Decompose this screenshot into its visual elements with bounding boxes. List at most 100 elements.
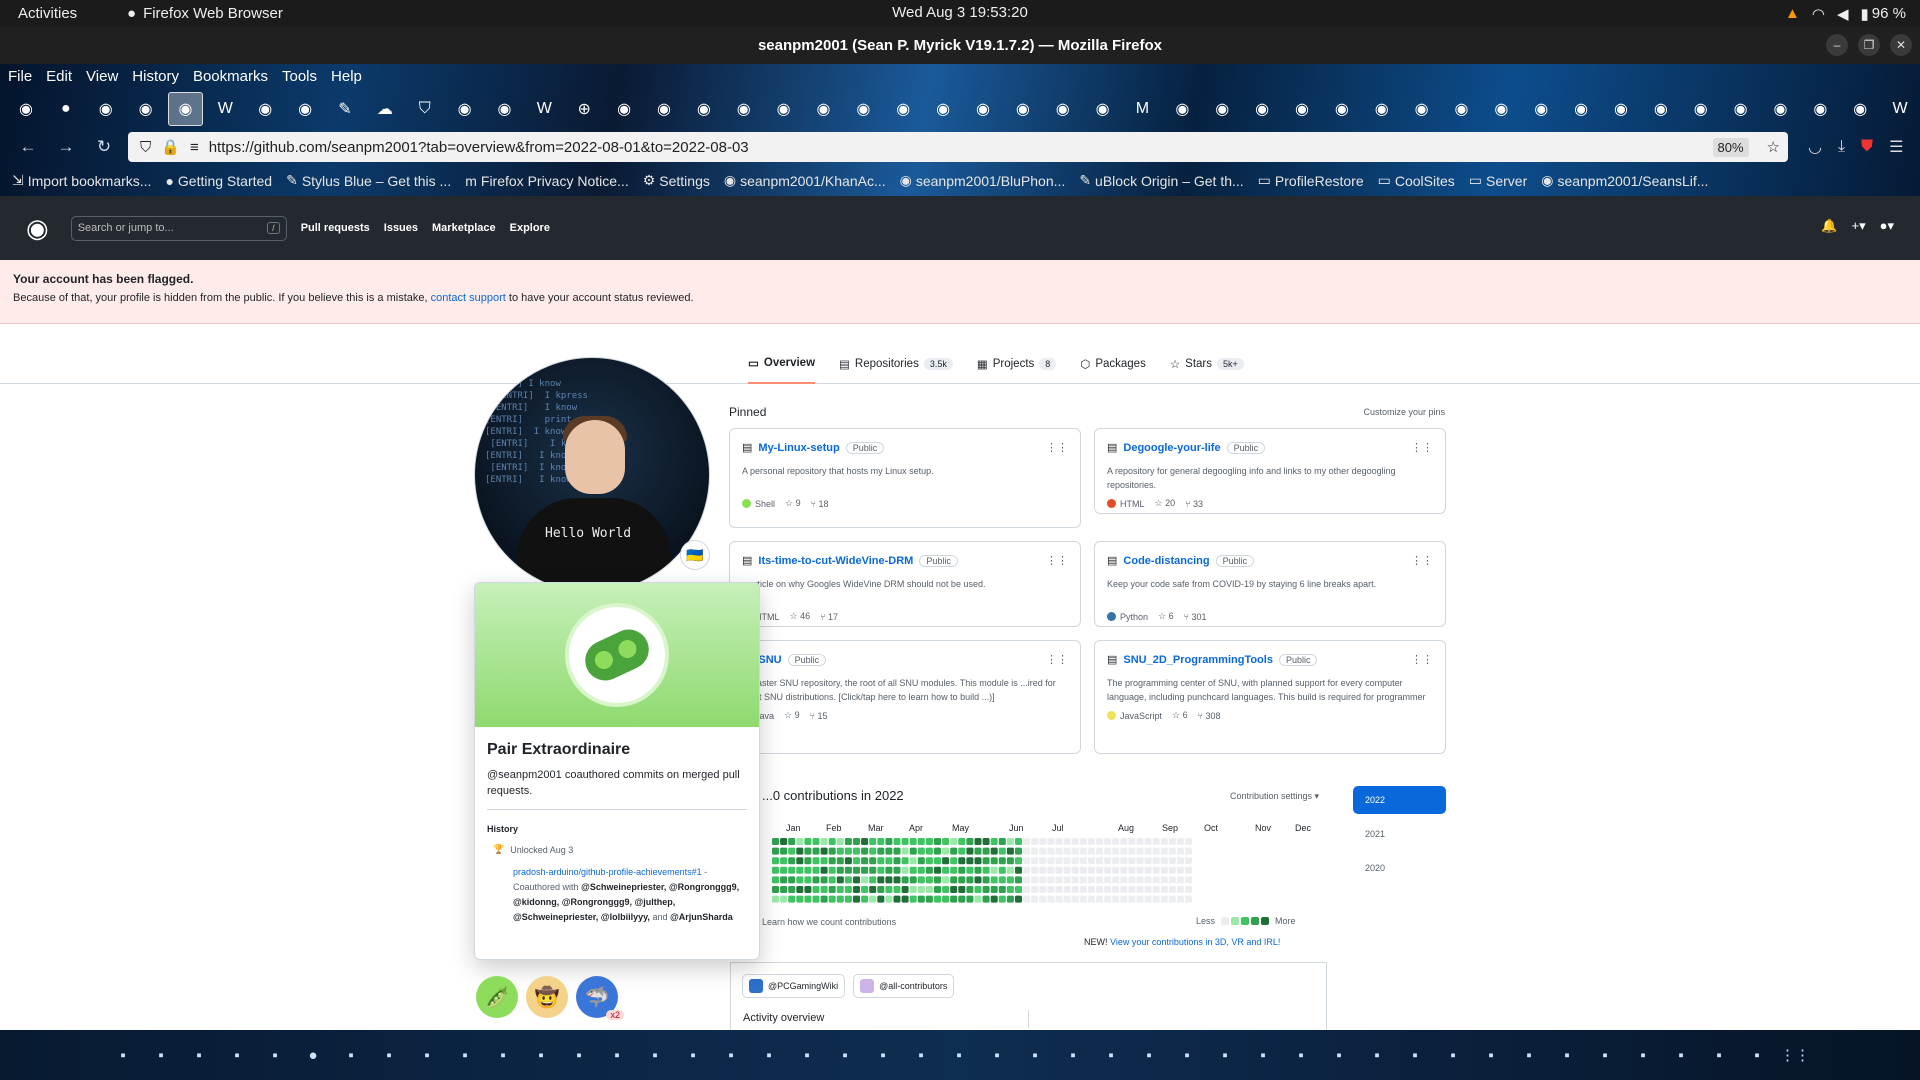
menu-view[interactable]: View <box>86 68 118 85</box>
contribution-day[interactable] <box>820 838 828 845</box>
contribution-day[interactable] <box>1168 838 1176 845</box>
browser-tab[interactable]: ◉ <box>445 89 485 129</box>
contact-support-link[interactable]: contact support <box>431 292 506 304</box>
contribution-day[interactable] <box>780 895 788 903</box>
tab-packages[interactable]: ⬡ Packages <box>1080 344 1146 384</box>
lock-icon[interactable]: 🔒 <box>161 138 180 156</box>
contribution-day[interactable] <box>1079 866 1087 874</box>
ublock-icon[interactable]: ⛊ <box>1861 138 1873 156</box>
battery-indicator[interactable]: ▮ 96 % <box>1861 5 1906 23</box>
tab-repositories[interactable]: ▤ Repositories 3.5k <box>839 344 953 384</box>
contribution-day[interactable] <box>1128 876 1136 884</box>
contribution-day[interactable] <box>861 895 869 903</box>
contribution-day[interactable] <box>998 857 1006 865</box>
drag-handle-icon[interactable]: ⋮⋮ <box>1411 653 1433 666</box>
obs-icon[interactable]: ▪ <box>370 1035 408 1075</box>
contribution-day[interactable] <box>844 847 852 855</box>
contribution-day[interactable] <box>1071 876 1079 884</box>
browser-tab[interactable]: ◉ <box>1162 89 1202 129</box>
steam-icon[interactable]: ▪ <box>1282 1035 1320 1075</box>
contribution-day[interactable] <box>893 886 901 893</box>
browser-tab[interactable]: ◉ <box>923 89 963 129</box>
contribution-day[interactable] <box>934 886 941 893</box>
contribution-day[interactable] <box>982 838 990 845</box>
repo-name-link[interactable]: SNU_2D_ProgrammingTools <box>1123 654 1273 666</box>
contribution-day[interactable] <box>780 886 788 893</box>
contribution-day[interactable] <box>1087 838 1095 845</box>
contribution-day[interactable] <box>1071 895 1079 903</box>
repo-name-link[interactable]: SNU <box>758 654 781 666</box>
contribution-day[interactable] <box>1112 857 1120 865</box>
contribution-day[interactable] <box>1071 866 1079 874</box>
repo-forks-link[interactable]: ⑂ 33 <box>1185 499 1203 509</box>
contribution-day[interactable] <box>950 886 958 893</box>
globe-icon[interactable]: ▪ <box>1510 1035 1548 1075</box>
contribution-day[interactable] <box>901 876 909 884</box>
browser-tab[interactable]: ◉ <box>1761 89 1801 129</box>
contribution-day[interactable] <box>1120 857 1128 865</box>
contribution-day[interactable] <box>1047 838 1055 845</box>
browser-tab[interactable]: ◉ <box>245 89 285 129</box>
browser-tab[interactable]: W <box>524 89 564 129</box>
forward-icon[interactable]: → <box>52 137 80 157</box>
contribution-day[interactable] <box>1177 886 1184 893</box>
nav-marketplace[interactable]: Marketplace <box>432 222 496 234</box>
github-logo-icon[interactable]: ◉ <box>26 213 49 244</box>
contribution-day[interactable] <box>1168 886 1176 893</box>
outlook-icon[interactable]: ▪ <box>1586 1035 1624 1075</box>
contribution-day[interactable] <box>1185 886 1192 893</box>
contribution-day[interactable] <box>1063 895 1071 903</box>
contribution-day[interactable] <box>885 847 893 855</box>
contribution-day[interactable] <box>820 886 828 893</box>
contribution-day[interactable] <box>1071 838 1079 845</box>
contribution-day[interactable] <box>1087 847 1095 855</box>
contribution-day[interactable] <box>950 866 958 874</box>
download-icon[interactable]: ⤓ <box>1838 138 1845 156</box>
archive-icon[interactable]: ▪ <box>408 1035 446 1075</box>
nav-pull-requests[interactable]: Pull requests <box>301 222 370 234</box>
contribution-day[interactable] <box>966 838 974 845</box>
browser-tab[interactable]: ◉ <box>1800 89 1840 129</box>
contribution-day[interactable] <box>844 886 852 893</box>
contribution-day[interactable] <box>820 857 828 865</box>
maximize-icon[interactable]: ❐ <box>1858 34 1880 56</box>
browser-tab[interactable]: ◉ <box>126 89 166 129</box>
contribution-day[interactable] <box>772 876 779 884</box>
bookmark-item[interactable]: ▭ ProfileRestore <box>1258 172 1364 189</box>
contribution-day[interactable] <box>869 876 877 884</box>
activities-button[interactable]: Activities <box>18 5 118 22</box>
contribution-day[interactable] <box>1120 886 1128 893</box>
contribution-day[interactable] <box>974 847 982 855</box>
window-icon[interactable]: ▪ <box>1168 1035 1206 1075</box>
contribution-day[interactable] <box>804 838 812 845</box>
contribution-day[interactable] <box>844 895 852 903</box>
contribution-day[interactable] <box>909 895 917 903</box>
contribution-day[interactable] <box>772 886 779 893</box>
contribution-day[interactable] <box>1112 886 1120 893</box>
contribution-day[interactable] <box>942 838 950 845</box>
calendar-icon[interactable]: ▪ <box>1662 1035 1700 1075</box>
contribution-day[interactable] <box>1177 866 1184 874</box>
achievement-badge[interactable]: 🤠 <box>526 976 568 1018</box>
contribution-day[interactable] <box>998 838 1006 845</box>
repo-stars-link[interactable]: ☆ 9 <box>785 498 801 509</box>
contribution-day[interactable] <box>1031 886 1039 893</box>
contribution-day[interactable] <box>1096 895 1103 903</box>
contribution-day[interactable] <box>812 857 820 865</box>
contribution-day[interactable] <box>1079 876 1087 884</box>
contribution-day[interactable] <box>1006 895 1014 903</box>
contribution-day[interactable] <box>796 876 804 884</box>
contribution-day[interactable] <box>958 866 966 874</box>
wifi-icon[interactable]: ◠ <box>1812 5 1825 23</box>
tracking-shield-icon[interactable]: ⛉ <box>140 139 151 156</box>
contribution-day[interactable] <box>804 895 812 903</box>
chrome-icon[interactable]: ▪ <box>940 1035 978 1075</box>
browser-tab[interactable]: ⛉ <box>405 89 445 129</box>
contribution-day[interactable] <box>1177 876 1184 884</box>
contribution-day[interactable] <box>917 866 925 874</box>
contribution-day[interactable] <box>917 886 925 893</box>
contribution-day[interactable] <box>812 886 820 893</box>
repo-stars-link[interactable]: ☆ 46 <box>790 611 811 622</box>
repo-forks-link[interactable]: ⑂ 18 <box>811 499 829 509</box>
contribution-day[interactable] <box>836 876 844 884</box>
